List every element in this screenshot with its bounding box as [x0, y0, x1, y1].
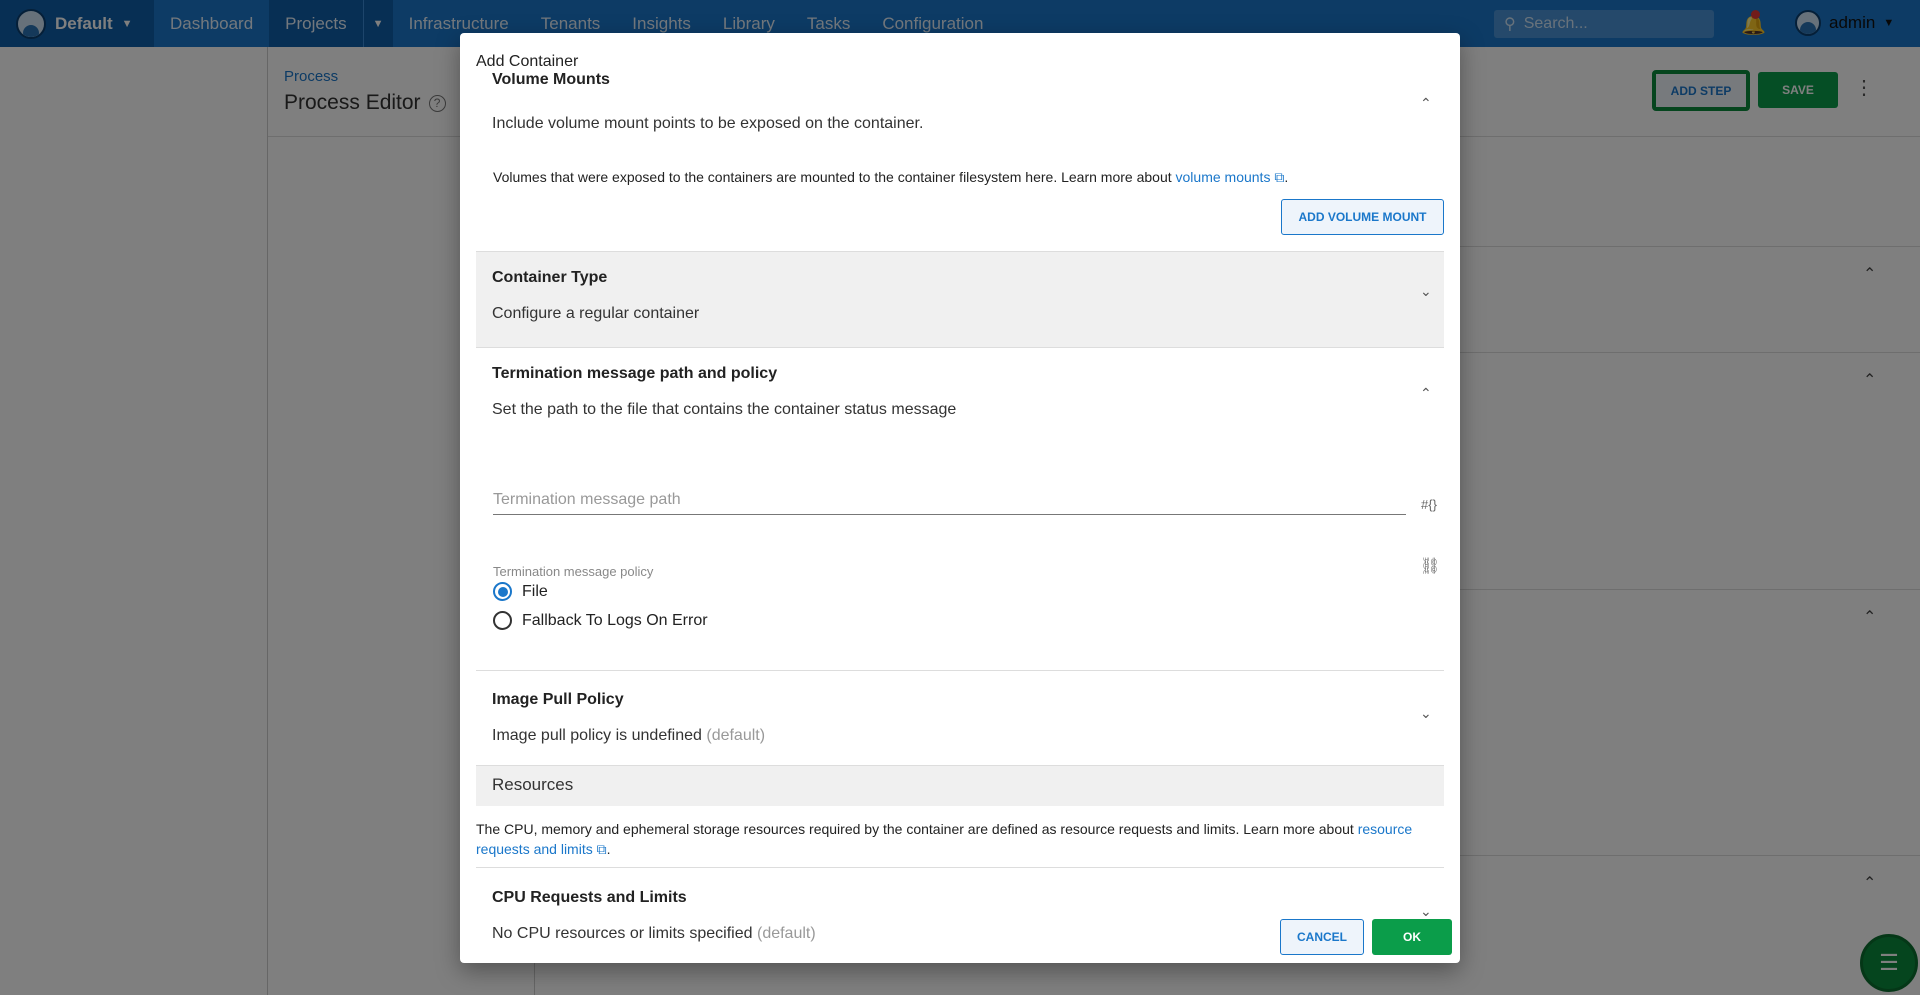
radio-fallback[interactable]: Fallback To Logs On Error [493, 611, 708, 630]
termination-summary: Set the path to the file that contains t… [492, 401, 957, 418]
cpu-summary-text: No CPU resources or limits specified [492, 925, 753, 942]
cpu-summary: No CPU resources or limits specified (de… [492, 925, 816, 943]
termination-message-path-input[interactable]: Termination message path [493, 487, 1406, 515]
container-type-summary: Configure a regular container [492, 305, 700, 322]
radio-fallback-label: Fallback To Logs On Error [522, 611, 708, 629]
dialog-title: Add Container [476, 53, 579, 70]
termination-policy-label: Termination message policy [493, 564, 654, 579]
variable-binding-icon[interactable]: #{} [1421, 497, 1437, 512]
link-icon[interactable]: ⛓ [1420, 556, 1440, 576]
chevron-up-icon[interactable]: ⌃ [1420, 95, 1432, 112]
container-type-section[interactable] [476, 252, 1444, 347]
add-volume-mount-button[interactable]: ADD VOLUME MOUNT [1281, 199, 1444, 235]
chevron-up-icon[interactable]: ⌃ [1420, 385, 1432, 402]
dialog-body: Volume Mounts Include volume mount point… [476, 73, 1444, 943]
chevron-down-icon[interactable]: ⌄ [1420, 705, 1432, 722]
image-pull-summary-text: Image pull policy is undefined [492, 727, 702, 744]
external-link-icon[interactable]: ⧉ [593, 841, 607, 857]
container-type-title: Container Type [492, 269, 608, 286]
cpu-title[interactable]: CPU Requests and Limits [492, 889, 687, 907]
volume-mounts-summary: Include volume mount points to be expose… [492, 115, 924, 132]
chevron-down-icon[interactable]: ⌄ [1420, 903, 1432, 920]
termination-title[interactable]: Termination message path and policy [492, 365, 777, 383]
resources-help-text: The CPU, memory and ephemeral storage re… [476, 821, 1358, 837]
ok-button[interactable]: OK [1372, 919, 1452, 955]
volume-mounts-help-text: Volumes that were exposed to the contain… [493, 169, 1176, 185]
radio-selected-icon[interactable] [493, 582, 512, 601]
image-pull-policy-summary: Image pull policy is undefined (default) [492, 727, 765, 745]
radio-unselected-icon[interactable] [493, 611, 512, 630]
radio-file-label: File [522, 582, 548, 600]
default-tag: (default) [756, 925, 816, 942]
volume-mounts-title[interactable]: Volume Mounts [492, 73, 610, 89]
default-tag: (default) [706, 727, 766, 744]
section-divider [476, 867, 1444, 868]
resources-header: Resources [476, 766, 1444, 806]
resources-help: The CPU, memory and ephemeral storage re… [476, 821, 1413, 857]
volume-mounts-help: Volumes that were exposed to the contain… [493, 169, 1289, 185]
external-link-icon[interactable]: ⧉ [1270, 169, 1284, 185]
radio-file[interactable]: File [493, 582, 548, 601]
chevron-down-icon[interactable]: ⌄ [1420, 283, 1432, 300]
image-pull-policy-title[interactable]: Image Pull Policy [492, 691, 624, 709]
section-divider [476, 347, 1444, 348]
section-divider [476, 670, 1444, 671]
volume-mounts-link[interactable]: volume mounts [1176, 169, 1271, 185]
cancel-button[interactable]: CANCEL [1280, 919, 1364, 955]
add-container-dialog: Add Container Volume Mounts Include volu… [460, 33, 1460, 963]
